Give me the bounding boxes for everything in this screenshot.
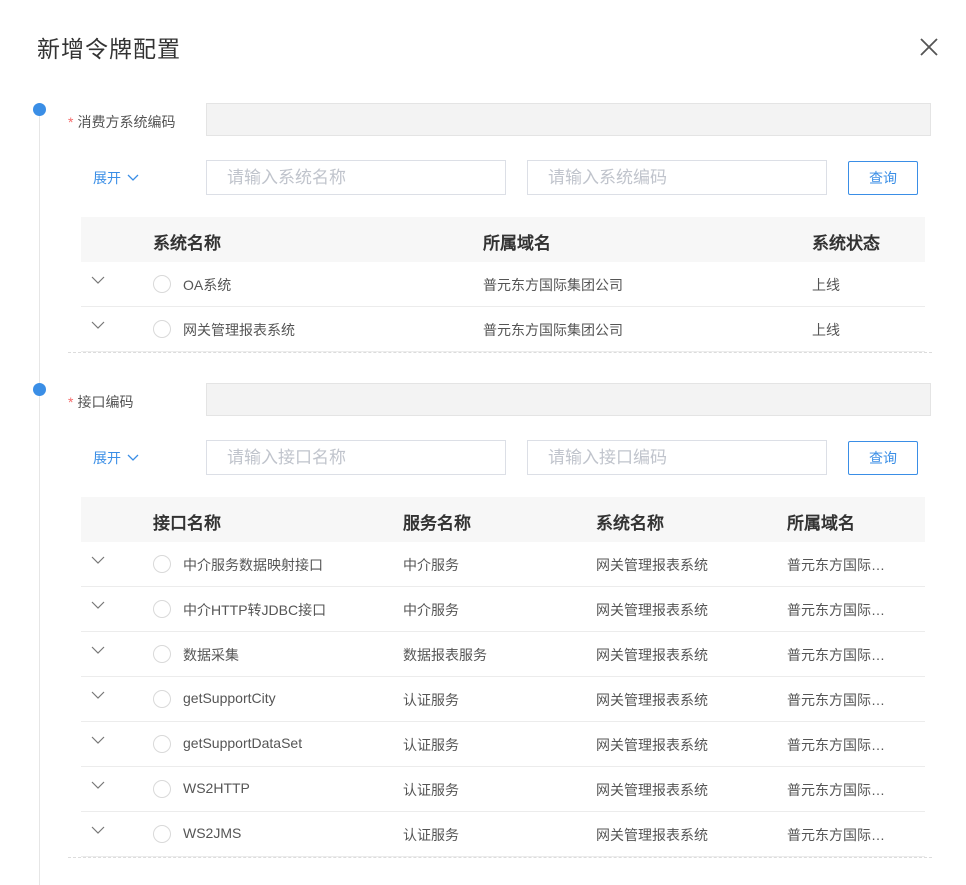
cell-service-name: 数据报表服务 [403, 647, 487, 663]
label-text: 接口编码 [77, 394, 134, 410]
cell-domain: 普元东方国际集团公司 [787, 557, 897, 573]
cell-service-name: 中介服务 [403, 557, 459, 573]
cell-system-name: 网关管理报表系统 [596, 557, 708, 573]
cell-domain: 普元东方国际集团公司 [483, 322, 623, 338]
cell-interface-name: 中介HTTP转JDBC接口 [183, 602, 327, 618]
col-system-name: 系统名称 [596, 514, 664, 533]
table-row[interactable]: getSupportDataSet 认证服务 网关管理报表系统 普元东方国际集团公司 [81, 722, 925, 767]
chevron-down-icon[interactable] [91, 556, 105, 565]
section-divider [68, 352, 932, 353]
cell-interface-name: getSupportCity [183, 690, 276, 706]
table-row[interactable]: 中介HTTP转JDBC接口 中介服务 网关管理报表系统 普元东方国际集团公司 [81, 587, 925, 632]
interface-name-search-input[interactable] [206, 440, 506, 475]
cell-service-name: 认证服务 [403, 737, 459, 753]
cell-domain: 普元东方国际集团公司 [787, 692, 897, 708]
consumer-system-code-field[interactable] [206, 103, 931, 136]
expand-toggle-2[interactable]: 展开 [93, 448, 139, 468]
cell-domain: 普元东方国际集团公司 [787, 602, 897, 618]
cell-interface-name: WS2JMS [183, 825, 242, 841]
table-row[interactable]: getSupportCity 认证服务 网关管理报表系统 普元东方国际集团公司 [81, 677, 925, 722]
cell-service-name: 认证服务 [403, 782, 459, 798]
cell-system-name: 网关管理报表系统 [596, 692, 708, 708]
chevron-down-icon [127, 454, 139, 461]
row-radio[interactable] [153, 690, 171, 708]
cell-domain: 普元东方国际集团公司 [787, 647, 897, 663]
dialog-title: 新增令牌配置 [37, 36, 181, 62]
row-radio[interactable] [153, 825, 171, 843]
label-text: 消费方系统编码 [77, 114, 176, 130]
cell-interface-name: WS2HTTP [183, 780, 250, 796]
step-dot-2 [33, 383, 46, 396]
cell-system-name: OA系统 [183, 277, 232, 293]
row-radio[interactable] [153, 645, 171, 663]
close-icon[interactable] [918, 36, 940, 58]
table-row[interactable]: 网关管理报表系统 普元东方国际集团公司 上线 [81, 307, 925, 352]
cell-interface-name: getSupportDataSet [183, 735, 303, 751]
required-mark: * [68, 114, 74, 130]
expand-label: 展开 [93, 170, 121, 186]
cell-service-name: 中介服务 [403, 602, 459, 618]
interface-code-search-input[interactable] [527, 440, 827, 475]
section-divider [68, 857, 932, 858]
chevron-down-icon[interactable] [91, 321, 105, 330]
system-code-search-input[interactable] [527, 160, 827, 195]
cell-system-name: 网关管理报表系统 [596, 737, 708, 753]
cell-domain: 普元东方国际集团公司 [787, 827, 897, 843]
cell-system-name: 网关管理报表系统 [596, 602, 708, 618]
interface-code-label: * 接口编码 [68, 392, 133, 412]
system-name-search-input[interactable] [206, 160, 506, 195]
cell-domain: 普元东方国际集团公司 [787, 737, 897, 753]
chevron-down-icon[interactable] [91, 691, 105, 700]
col-domain: 所属域名 [483, 234, 551, 253]
chevron-down-icon[interactable] [91, 736, 105, 745]
chevron-down-icon[interactable] [91, 601, 105, 610]
required-mark: * [68, 394, 74, 410]
expand-toggle-1[interactable]: 展开 [93, 168, 139, 188]
query-button-2[interactable]: 查询 [848, 441, 918, 475]
chevron-down-icon [127, 174, 139, 181]
chevron-down-icon[interactable] [91, 781, 105, 790]
table-row[interactable]: WS2JMS 认证服务 网关管理报表系统 普元东方国际集团公司 [81, 812, 925, 857]
cell-service-name: 认证服务 [403, 692, 459, 708]
row-radio[interactable] [153, 555, 171, 573]
cell-system-name: 网关管理报表系统 [596, 782, 708, 798]
table-row[interactable]: 中介服务数据映射接口 中介服务 网关管理报表系统 普元东方国际集团公司 [81, 542, 925, 587]
cell-status: 上线 [812, 322, 840, 338]
chevron-down-icon[interactable] [91, 646, 105, 655]
table-row[interactable]: WS2HTTP 认证服务 网关管理报表系统 普元东方国际集团公司 [81, 767, 925, 812]
row-radio[interactable] [153, 320, 171, 338]
cell-system-name: 网关管理报表系统 [183, 322, 295, 338]
chevron-down-icon[interactable] [91, 276, 105, 285]
cell-service-name: 认证服务 [403, 827, 459, 843]
consumer-system-code-label: * 消费方系统编码 [68, 112, 175, 132]
col-service-name: 服务名称 [403, 514, 471, 533]
row-radio[interactable] [153, 780, 171, 798]
cell-interface-name: 中介服务数据映射接口 [183, 557, 323, 573]
cell-system-name: 网关管理报表系统 [596, 827, 708, 843]
row-radio[interactable] [153, 275, 171, 293]
cell-domain: 普元东方国际集团公司 [483, 277, 623, 293]
row-radio[interactable] [153, 735, 171, 753]
cell-interface-name: 数据采集 [183, 647, 239, 663]
system-table-header: 系统名称 所属域名 系统状态 [81, 217, 925, 262]
col-interface-name: 接口名称 [153, 514, 221, 533]
query-button-1[interactable]: 查询 [848, 161, 918, 195]
interface-table-header: 接口名称 服务名称 系统名称 所属域名 [81, 497, 925, 542]
table-row[interactable]: 数据采集 数据报表服务 网关管理报表系统 普元东方国际集团公司 [81, 632, 925, 677]
cell-domain: 普元东方国际集团公司 [787, 782, 897, 798]
step-dot-1 [33, 103, 46, 116]
col-system-status: 系统状态 [812, 234, 880, 253]
expand-label: 展开 [93, 450, 121, 466]
interface-code-field[interactable] [206, 383, 931, 416]
col-system-name: 系统名称 [153, 234, 221, 253]
table-row[interactable]: OA系统 普元东方国际集团公司 上线 [81, 262, 925, 307]
col-domain: 所属域名 [787, 514, 855, 533]
cell-status: 上线 [812, 277, 840, 293]
row-radio[interactable] [153, 600, 171, 618]
cell-system-name: 网关管理报表系统 [596, 647, 708, 663]
timeline-line [39, 110, 40, 885]
chevron-down-icon[interactable] [91, 826, 105, 835]
